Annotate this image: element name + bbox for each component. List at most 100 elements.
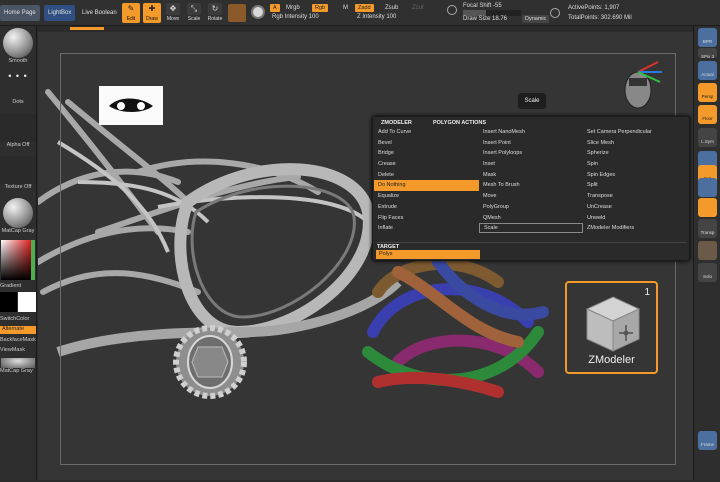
color-swatches[interactable] [0, 292, 36, 314]
focal-shift-slider[interactable]: Focal Shift -55 [463, 3, 502, 9]
transp-button[interactable]: Transp [698, 219, 717, 238]
color-sphere-icon[interactable] [251, 5, 265, 19]
main-color-swatch[interactable] [0, 292, 17, 312]
action-item[interactable]: Unweld [583, 213, 689, 224]
action-item[interactable]: Split [583, 180, 689, 191]
bpr-button[interactable]: BPR [698, 28, 717, 47]
action-item[interactable]: Flip Faces [374, 213, 479, 224]
rotate-view-button[interactable] [698, 198, 717, 217]
lightbox-button[interactable]: LightBox [44, 5, 76, 21]
backface-mask-button[interactable]: BackfaceMask [0, 337, 36, 343]
view-mask-button[interactable]: ViewMask [0, 347, 36, 353]
material-swatch-icon[interactable] [228, 4, 246, 22]
scale-tool-button[interactable]: ⤡ Scale [185, 3, 203, 23]
action-item-selected[interactable]: Do Nothing [374, 180, 479, 192]
z-intensity-slider[interactable]: Z Intensity 100 [357, 14, 396, 20]
texture-slot[interactable]: Texture Off [0, 156, 36, 190]
edit-tool-button[interactable]: ✎ Edit [122, 3, 140, 23]
zoom-button[interactable] [698, 178, 717, 197]
alpha-label: Alpha Off [6, 142, 30, 148]
secondary-color-swatch[interactable] [18, 292, 36, 312]
action-item[interactable]: Slice Mesh [583, 138, 689, 149]
action-item[interactable]: Transpose [583, 191, 689, 202]
material-slot[interactable]: MatCap Gray [0, 198, 36, 234]
rotate-label: Rotate [207, 16, 223, 22]
texture-label: Texture Off [4, 184, 32, 190]
zadd-toggle[interactable]: Zadd [355, 4, 374, 12]
matcap-ball-icon [3, 198, 33, 228]
target-header: TARGET [377, 242, 687, 250]
action-item[interactable]: Insert Point [479, 138, 583, 149]
alpha-slot[interactable]: Alpha Off [0, 114, 36, 148]
scale-label: Scale [187, 16, 201, 22]
action-item[interactable]: Set Camera Perpendicular [583, 127, 689, 138]
rgb-toggle[interactable]: Rgb [312, 4, 329, 12]
action-item[interactable]: Inset [479, 159, 583, 170]
switch-color-button[interactable]: SwitchColor [0, 316, 36, 322]
action-item[interactable]: ZModeler Modifiers [583, 223, 689, 234]
move-icon: ✥ [166, 3, 180, 15]
solo-button[interactable]: Solo [698, 263, 717, 282]
draw-tool-button[interactable]: ✚ Draw [143, 3, 161, 23]
live-boolean-button[interactable]: Live Boolean [78, 5, 121, 21]
action-item[interactable]: Extrude [374, 202, 479, 213]
scale-icon: ⤡ [187, 3, 201, 15]
stroke-slot[interactable]: • • • Dots [0, 71, 36, 105]
color-gradient-square[interactable] [1, 240, 35, 280]
action-item[interactable]: Spin Edges [583, 170, 689, 181]
m-toggle[interactable]: M [343, 5, 348, 11]
action-item[interactable]: Bridge [374, 148, 479, 159]
draw-size-slider[interactable]: Draw Size 18.76 [463, 16, 507, 22]
action-item[interactable]: Bevel [374, 138, 479, 149]
d-circle-icon[interactable] [550, 8, 560, 18]
brush-name: ZModeler [588, 354, 635, 366]
action-item[interactable]: Insert NanoMesh [479, 127, 583, 138]
gradient-label[interactable]: Gradient [0, 283, 36, 289]
material2-slot[interactable]: MatCap Gray [0, 358, 36, 374]
ghost-button[interactable] [698, 241, 717, 260]
action-item[interactable]: Add To Curve [374, 127, 479, 138]
texture-icon [0, 156, 36, 184]
action-item[interactable]: Spherize [583, 148, 689, 159]
rotate-tool-button[interactable]: ↻ Rotate [206, 3, 224, 23]
color-picker[interactable] [0, 240, 36, 280]
total-points-readout: TotalPoints: 302.690 Mil [568, 15, 632, 21]
brush-slot[interactable]: Smooth [0, 28, 36, 64]
rgb-intensity-slider[interactable]: Rgb Intensity 100 [272, 14, 319, 20]
zsub-toggle[interactable]: Zsub [385, 5, 398, 11]
action-item[interactable]: Mesh To Brush [479, 180, 583, 191]
action-item[interactable]: Inflate [374, 223, 479, 234]
action-item[interactable]: Equalize [374, 191, 479, 202]
right-tray: BPR SPix 3 Actual Persp Floor L.Sym Xyz … [693, 26, 720, 480]
persp-button[interactable]: Persp [698, 83, 717, 102]
action-item[interactable]: Delete [374, 170, 479, 181]
frame-button[interactable]: Frame [698, 431, 717, 450]
action-item[interactable]: UnCrease [583, 202, 689, 213]
actions-column-2: Insert NanoMesh Insert Point Insert Poly… [479, 127, 583, 234]
edit-label: Edit [126, 16, 136, 22]
move-tool-button[interactable]: ✥ Move [164, 3, 182, 23]
action-item[interactable]: Move [479, 191, 583, 202]
spix-slider[interactable]: SPix 3 [698, 48, 717, 59]
alternate-button[interactable]: Alternate [0, 326, 36, 334]
action-item[interactable]: Crease [374, 159, 479, 170]
action-item[interactable]: Insert Polyloops [479, 148, 583, 159]
action-item[interactable]: PolyGroup [479, 202, 583, 213]
a-chip[interactable]: A [270, 4, 280, 12]
action-item[interactable]: QMesh [479, 213, 583, 224]
action-item[interactable]: Mask [479, 170, 583, 181]
s-circle-icon[interactable] [447, 5, 457, 15]
draw-label: Draw [146, 16, 158, 22]
lsym-button[interactable]: L.Sym [698, 128, 717, 147]
action-item-hovered[interactable]: Scale [479, 223, 583, 234]
zcut-toggle[interactable]: Zcut [412, 5, 424, 11]
floor-button[interactable]: Floor [698, 105, 717, 124]
mrgb-toggle[interactable]: Mrgb [286, 5, 300, 11]
actual-button[interactable]: Actual [698, 61, 717, 80]
dynamic-button[interactable]: Dynamic [522, 15, 550, 23]
edit-icon: ✎ [124, 3, 138, 15]
target-polys-option[interactable]: Polys [376, 250, 480, 259]
home-page-button[interactable]: Home Page [0, 5, 40, 21]
action-item[interactable]: Spin [583, 159, 689, 170]
zmodeler-brush-card[interactable]: 1 ZModeler [565, 281, 658, 374]
